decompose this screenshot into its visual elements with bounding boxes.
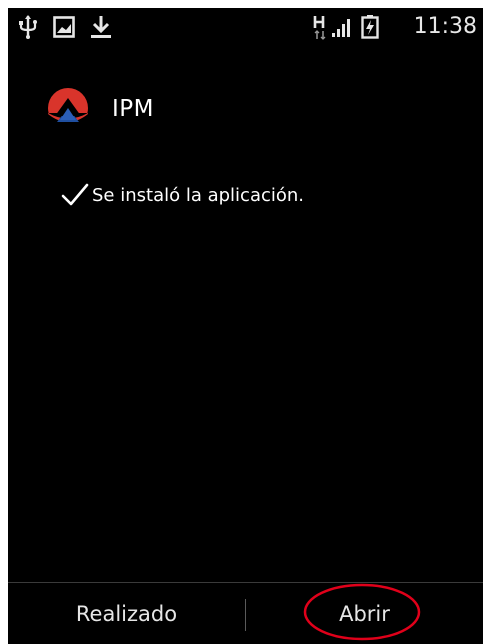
image-notification-icon (52, 8, 76, 46)
ipm-logo-icon (46, 86, 90, 132)
app-header: IPM (46, 86, 154, 132)
install-message: Se instaló la aplicación. (60, 180, 304, 210)
install-status-text: Se instaló la aplicación. (92, 184, 305, 206)
install-screen: 11:38 IPM Se instaló la aplicación. Real… (8, 8, 483, 644)
done-button[interactable]: Realizado (8, 583, 245, 644)
checkmark-icon (60, 182, 90, 208)
status-time: 11:38 (413, 14, 477, 39)
signal-icon (330, 8, 356, 46)
download-icon (88, 8, 114, 46)
status-bar: 11:38 (8, 8, 483, 46)
button-bar: Realizado Abrir (8, 582, 483, 644)
battery-icon (359, 8, 381, 46)
network-h-icon (311, 8, 329, 46)
usb-icon (16, 8, 40, 46)
open-button[interactable]: Abrir (246, 583, 483, 644)
app-name: IPM (112, 96, 154, 122)
